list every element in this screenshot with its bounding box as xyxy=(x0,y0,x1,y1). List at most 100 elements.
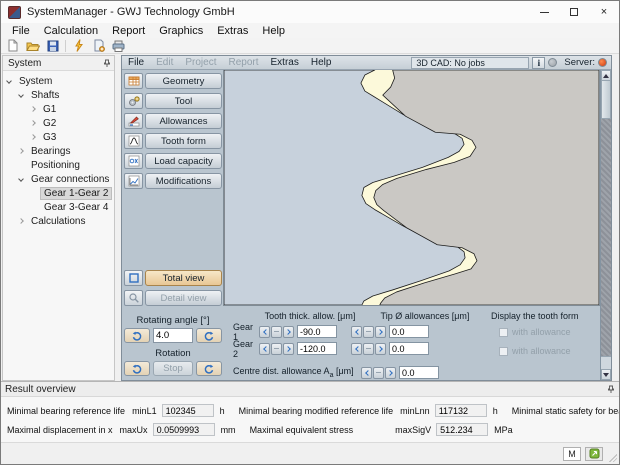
pin-icon[interactable] xyxy=(607,385,615,394)
minimize-button[interactable] xyxy=(529,1,559,23)
tree-item-g3[interactable]: G3 xyxy=(3,130,114,144)
maximize-button[interactable] xyxy=(559,1,589,23)
gear1-tip-allowance-input[interactable] xyxy=(389,325,429,338)
new-document-button[interactable] xyxy=(4,38,21,53)
gear2-tip-reset-button[interactable] xyxy=(363,343,374,355)
scrollbar-track[interactable] xyxy=(601,119,611,356)
rotate-ccw-button[interactable] xyxy=(124,328,150,343)
load-capacity-button[interactable]: Load capacity xyxy=(145,153,222,169)
rotation-cw-button[interactable] xyxy=(196,361,222,376)
rotate-ccw-icon xyxy=(131,330,143,342)
gear1-tooth-increase-button[interactable] xyxy=(283,326,294,338)
menu-calculation[interactable]: Calculation xyxy=(37,23,105,38)
chevron-right-icon[interactable] xyxy=(30,120,36,126)
total-view-icon-button[interactable] xyxy=(124,270,143,286)
modifications-icon-button[interactable] xyxy=(124,173,143,189)
menu-help[interactable]: Help xyxy=(255,23,292,38)
rotation-ccw-button[interactable] xyxy=(124,361,150,376)
scroll-up-button[interactable] xyxy=(601,70,611,81)
tree-item-gear3-gear4[interactable]: Gear 3-Gear 4 xyxy=(3,200,114,214)
centre-distance-label: Centre dist. allowance Aa [μm] xyxy=(233,366,361,379)
gear1-tooth-decrease-button[interactable] xyxy=(259,326,270,338)
result-overview-body: Minimal bearing reference life minL1 h M… xyxy=(1,397,619,442)
gv-menu-extras[interactable]: Extras xyxy=(265,57,305,68)
report-add-icon xyxy=(93,39,105,52)
centre-distance-allowance-input[interactable] xyxy=(399,366,439,379)
tree-item-gear-connections[interactable]: Gear connections xyxy=(3,172,114,186)
close-button[interactable]: × xyxy=(589,1,619,23)
vertical-scrollbar[interactable] xyxy=(600,70,611,380)
gear2-tooth-reset-button[interactable] xyxy=(271,343,282,355)
gear1-tooth-allowance-input[interactable] xyxy=(297,325,337,338)
scrollbar-track-end[interactable] xyxy=(601,356,611,369)
rotate-cw-button[interactable] xyxy=(196,328,222,343)
tool-icon-button[interactable] xyxy=(124,93,143,109)
modifications-button[interactable]: Modifications xyxy=(145,173,222,189)
server-status-led xyxy=(598,58,607,67)
rotate-ccw-icon xyxy=(131,363,143,375)
m-status-button[interactable]: M xyxy=(563,447,581,461)
gear2-tooth-increase-button[interactable] xyxy=(283,343,294,355)
result-max-equivalent-stress: Maximal equivalent stress maxSigV MPa xyxy=(250,423,513,436)
report-button[interactable] xyxy=(90,38,107,53)
tree-item-g2[interactable]: G2 xyxy=(3,116,114,130)
scrollbar-thumb[interactable] xyxy=(601,81,611,119)
centre-dist-increase-button[interactable] xyxy=(385,367,396,379)
menu-report[interactable]: Report xyxy=(105,23,152,38)
centre-dist-decrease-button[interactable] xyxy=(361,367,372,379)
allowances-icon-button[interactable] xyxy=(124,113,143,129)
gear-mesh-graphic xyxy=(224,70,599,305)
gear2-tip-increase-button[interactable] xyxy=(375,343,386,355)
chevron-right-icon[interactable] xyxy=(30,134,36,140)
gear1-tip-increase-button[interactable] xyxy=(375,326,386,338)
resize-grip[interactable] xyxy=(609,454,617,462)
centre-dist-reset-button[interactable] xyxy=(373,367,384,379)
rotating-angle-input[interactable] xyxy=(153,328,193,343)
geometry-button[interactable]: Geometry xyxy=(145,73,222,89)
gv-menu-help[interactable]: Help xyxy=(305,57,338,68)
gv-menu-file[interactable]: File xyxy=(122,57,150,68)
tree-item-gear1-gear2[interactable]: Gear 1-Gear 2 xyxy=(3,186,114,200)
tree-item-g1[interactable]: G1 xyxy=(3,102,114,116)
scroll-down-button[interactable] xyxy=(601,369,611,380)
menu-extras[interactable]: Extras xyxy=(210,23,255,38)
detail-view-icon-button[interactable] xyxy=(124,290,143,306)
gear1-tooth-reset-button[interactable] xyxy=(271,326,282,338)
geometry-icon-button[interactable] xyxy=(124,73,143,89)
gear2-tooth-decrease-button[interactable] xyxy=(259,343,270,355)
load-capacity-icon-button[interactable] xyxy=(124,153,143,169)
calculate-button[interactable] xyxy=(70,38,87,53)
allowances-button[interactable]: Allowances xyxy=(145,113,222,129)
chevron-down-icon[interactable] xyxy=(18,176,24,182)
info-button[interactable]: i xyxy=(532,57,545,69)
sync-status-button[interactable] xyxy=(585,447,603,461)
gear1-tip-reset-button[interactable] xyxy=(363,326,374,338)
chevron-right-icon[interactable] xyxy=(18,218,24,224)
chevron-down-icon[interactable] xyxy=(6,78,12,84)
tree-item-system[interactable]: System xyxy=(3,74,114,88)
print-button[interactable] xyxy=(110,38,127,53)
menu-graphics[interactable]: Graphics xyxy=(152,23,210,38)
gear1-tip-decrease-button[interactable] xyxy=(351,326,362,338)
save-button[interactable] xyxy=(44,38,61,53)
tool-button[interactable]: Tool xyxy=(145,93,222,109)
menu-file[interactable]: File xyxy=(5,23,37,38)
gear-view-panel: File Edit Project Report Extras Help 3D … xyxy=(121,55,612,381)
tooth-form-icon-button[interactable] xyxy=(124,133,143,149)
result-value-field xyxy=(435,404,487,417)
total-view-button[interactable]: Total view xyxy=(145,270,222,286)
tooth-form-button[interactable]: Tooth form xyxy=(145,133,222,149)
pin-icon[interactable] xyxy=(103,59,111,68)
gear2-tip-decrease-button[interactable] xyxy=(351,343,362,355)
chevron-right-icon[interactable] xyxy=(18,148,24,154)
chevron-down-icon[interactable] xyxy=(18,92,24,98)
tree-item-calculations[interactable]: Calculations xyxy=(3,214,114,228)
tree-item-shafts[interactable]: Shafts xyxy=(3,88,114,102)
gear2-tip-allowance-input[interactable] xyxy=(389,342,429,355)
gear2-tooth-allowance-input[interactable] xyxy=(297,342,337,355)
tree-item-bearings[interactable]: Bearings xyxy=(3,144,114,158)
centre-distance-row: Centre dist. allowance Aa [μm] xyxy=(233,365,475,380)
tree-item-positioning[interactable]: Positioning xyxy=(3,158,114,172)
chevron-right-icon[interactable] xyxy=(30,106,36,112)
open-button[interactable] xyxy=(24,38,41,53)
